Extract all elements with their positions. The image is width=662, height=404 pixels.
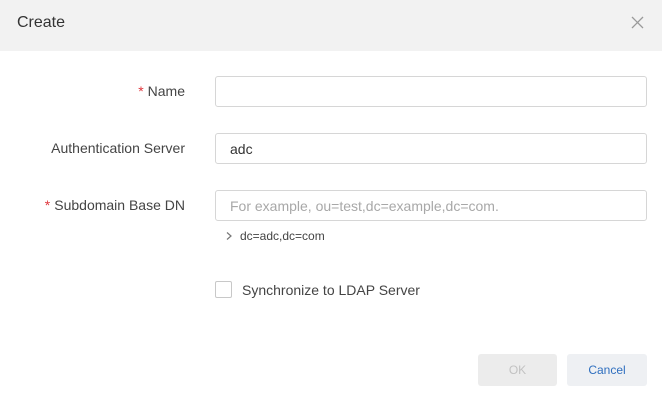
- close-icon[interactable]: [627, 12, 649, 34]
- sync-ldap-option[interactable]: Synchronize to LDAP Server: [215, 281, 420, 298]
- required-mark: *: [44, 197, 51, 213]
- auth-server-label: Authentication Server: [51, 140, 185, 156]
- cancel-button[interactable]: Cancel: [567, 354, 647, 386]
- required-mark: *: [138, 83, 144, 99]
- subdomain-label: * Subdomain Base DN: [44, 197, 185, 213]
- create-dialog: Create *Name Authentication Server *Subd…: [0, 0, 662, 404]
- auth-server-input[interactable]: [215, 133, 647, 164]
- subdomain-base-dn-input[interactable]: [215, 190, 647, 221]
- subdomain-suggestion[interactable]: dc=adc,dc=com: [224, 229, 325, 243]
- name-input[interactable]: [215, 76, 647, 107]
- ok-button[interactable]: OK: [478, 354, 557, 386]
- dialog-header: Create: [0, 0, 662, 51]
- name-label: * Name: [138, 83, 185, 99]
- sync-ldap-checkbox[interactable]: [215, 281, 232, 298]
- chevron-right-icon: [226, 232, 232, 240]
- subdomain-suggestion-text: dc=adc,dc=com: [240, 229, 325, 243]
- sync-ldap-label: Synchronize to LDAP Server: [242, 281, 420, 298]
- dialog-title: Create: [17, 14, 66, 31]
